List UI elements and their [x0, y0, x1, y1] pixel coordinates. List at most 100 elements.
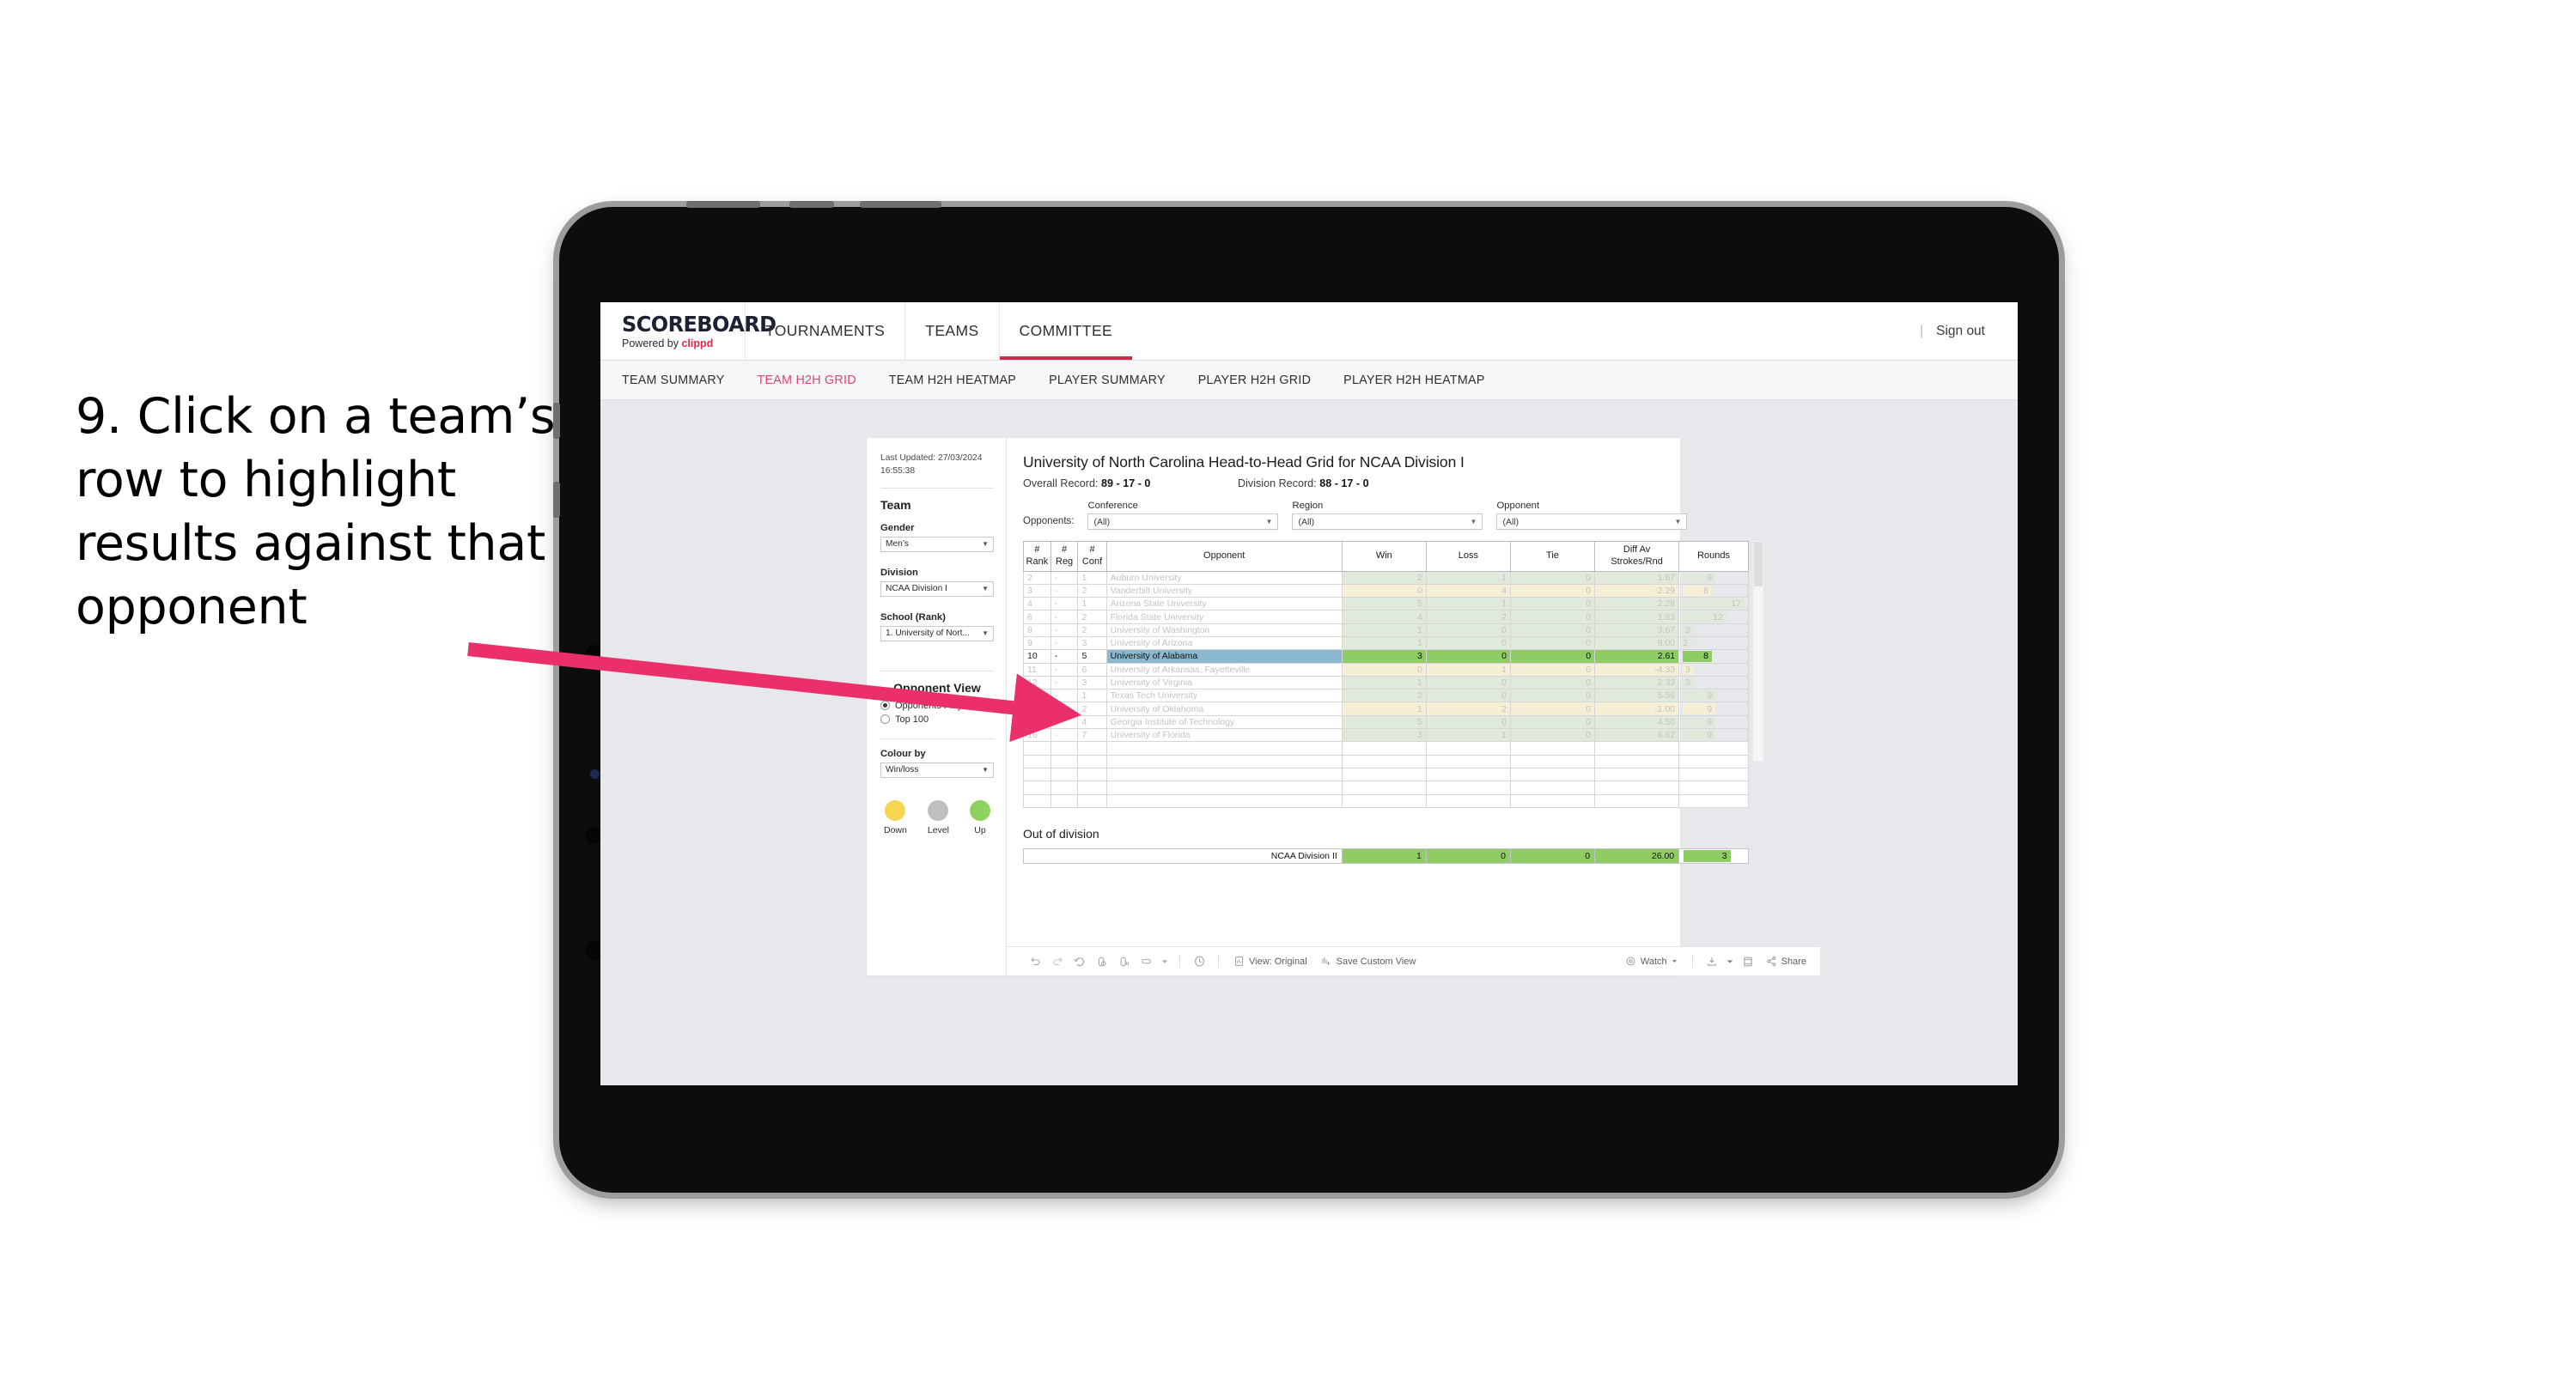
out-of-division-row[interactable]: NCAA Division II 1 0 0 26.00 3	[1023, 847, 1749, 864]
table-row[interactable]: 12-3 University of Virginia 1 0 0 2.33 3	[1023, 675, 1749, 690]
rounds-bar: 9	[1683, 730, 1716, 741]
cell-reg: -	[1050, 583, 1079, 598]
table-row[interactable]: 11-6 University of Arkansas, Fayetteville…	[1023, 662, 1749, 677]
cell-rank: 10	[1023, 649, 1051, 664]
legend-label-level: Level	[927, 824, 949, 835]
cell-reg: -	[1050, 662, 1079, 677]
legend-label-up: Up	[974, 824, 986, 835]
table-row[interactable]: 3-2 Vanderbilt University 0 4 0 -2.29 8	[1023, 583, 1749, 598]
revert-icon[interactable]	[1069, 951, 1091, 973]
clock-history-icon[interactable]	[1188, 951, 1210, 973]
radio-top-100[interactable]: Top 100	[880, 714, 994, 725]
cell-rounds: 9	[1678, 714, 1749, 730]
school-label: School (Rank)	[880, 611, 946, 623]
download-icon[interactable]	[1701, 951, 1723, 973]
cell-loss: 2	[1425, 610, 1511, 624]
table-row[interactable]: 15-4 Georgia Institute of Technology 5 0 0 4.…	[1023, 714, 1749, 730]
device-sensor-icon	[590, 769, 600, 779]
table-row[interactable]: 10-5 University of Alabama 3 0 0 2.61 8	[1023, 649, 1749, 664]
cell-tie: 0	[1509, 623, 1596, 637]
tab-player-h2h-heatmap[interactable]: PLAYER H2H HEATMAP	[1343, 374, 1484, 387]
cell-win: 2	[1341, 570, 1427, 585]
cell-win: 0	[1341, 583, 1427, 598]
undo-icon[interactable]	[1024, 951, 1046, 973]
chevron-down-icon: ▼	[982, 766, 989, 775]
school-select-value: 1. University of Nort...	[886, 629, 970, 639]
cell-empty	[1425, 781, 1511, 795]
cell-conf: 1	[1077, 597, 1107, 611]
fullscreen-icon[interactable]	[1737, 951, 1759, 973]
cell-empty	[1077, 754, 1107, 768]
cell-empty	[1105, 793, 1343, 808]
cell-diff: 26.00	[1594, 847, 1680, 864]
cell-loss: 0	[1425, 675, 1511, 690]
radio-opponents-played[interactable]: Opponents Played	[880, 701, 994, 711]
table-row[interactable]: 2-1 Auburn University 2 1 0 1.67 9	[1023, 570, 1749, 585]
logo-tagline: Powered by clippd	[622, 337, 745, 349]
table-row[interactable]: 6-2 Florida State University 4 2 0 1.83 12	[1023, 610, 1749, 624]
school-select[interactable]: 1. University of Nort... ▼	[880, 625, 994, 641]
topnav-item-teams[interactable]: TEAMS	[904, 302, 998, 360]
topnav-item-tournaments[interactable]: TOURNAMENTS	[745, 302, 904, 360]
table-row[interactable]: 9-3 University of Arizona 1 0 0 9.00 2	[1023, 635, 1749, 651]
col-rounds-text: Rounds	[1697, 550, 1731, 561]
cell-rank: 11	[1023, 662, 1051, 677]
tab-team-summary[interactable]: TEAM SUMMARY	[622, 374, 725, 387]
save-custom-view-button[interactable]: Save Custom View	[1314, 951, 1423, 973]
cell-empty	[1050, 793, 1079, 808]
tab-team-h2h-heatmap[interactable]: TEAM H2H HEATMAP	[889, 374, 1016, 387]
col-diff-text: Diff Av	[1623, 544, 1651, 555]
cell-rounds: 9	[1678, 570, 1749, 585]
table-scrollbar-thumb[interactable]	[1754, 542, 1763, 586]
table-row[interactable]: 8-2 University of Washington 1 0 0 3.67 3	[1023, 623, 1749, 637]
view-original-button[interactable]: View: Original	[1227, 951, 1314, 973]
cell-tie: 0	[1509, 662, 1596, 677]
colour-by-select[interactable]: Win/loss ▼	[880, 762, 994, 778]
pause-auto-update-icon[interactable]	[1113, 951, 1136, 973]
table-row[interactable]: 13-1 Texas Tech University 3 0 0 5.56 9	[1023, 689, 1749, 703]
refresh-data-icon[interactable]	[1091, 951, 1113, 973]
toolbar-divider-1	[1179, 955, 1180, 968]
tab-player-summary[interactable]: PLAYER SUMMARY	[1049, 374, 1166, 387]
cell-win: 5	[1341, 597, 1427, 611]
tab-team-h2h-grid[interactable]: TEAM H2H GRID	[758, 374, 856, 387]
watch-button[interactable]: Watch	[1618, 951, 1684, 973]
cell-loss: 0	[1425, 635, 1511, 651]
cell-diff: -2.29	[1594, 583, 1680, 598]
share-button[interactable]: Share	[1759, 951, 1820, 973]
tab-player-h2h-grid[interactable]: PLAYER H2H GRID	[1198, 374, 1311, 387]
table-row[interactable]: 4-1 Arizona State University 5 1 0 2.28 17	[1023, 597, 1749, 611]
table-vertical-scrollbar[interactable]	[1753, 541, 1763, 761]
cell-tie: 0	[1509, 649, 1596, 664]
redo-icon[interactable]	[1046, 951, 1069, 973]
conference-filter-select[interactable]: (All) ▼	[1087, 513, 1279, 530]
cell-conf: 3	[1077, 675, 1107, 690]
chevron-down-icon[interactable]	[1158, 951, 1172, 973]
cell-tie: 0	[1509, 610, 1596, 624]
region-filter-select[interactable]: (All) ▼	[1292, 513, 1483, 530]
cell-empty	[1023, 793, 1051, 808]
table-row[interactable]: 14-2 University of Oklahoma 1 2 0 -1.00 9	[1023, 702, 1749, 716]
chevron-down-icon[interactable]	[1723, 951, 1737, 973]
opponent-filter-select[interactable]: (All) ▼	[1496, 513, 1688, 530]
cell-empty	[1594, 781, 1680, 795]
topnav-item-committee[interactable]: COMMITTEE	[998, 302, 1133, 360]
filter-group-opponent: Opponent (All) ▼	[1496, 501, 1688, 530]
chevron-down-icon: ▼	[982, 540, 989, 549]
app-logo[interactable]: SCOREBOARD Powered by clippd	[600, 302, 776, 360]
gender-select[interactable]: Men’s ▼	[880, 536, 994, 552]
col-conf-text: Conf	[1081, 556, 1103, 567]
cell-rounds: 3	[1678, 662, 1749, 677]
division-select[interactable]: NCAA Division I ▼	[880, 580, 994, 597]
cell-empty	[1077, 741, 1107, 756]
device-top-button-2	[789, 201, 834, 208]
opponents-filter-label: Opponents:	[1023, 516, 1075, 526]
signout-area: | Sign out	[1920, 302, 2018, 360]
cell-win: 4	[1341, 610, 1427, 624]
cell-rounds: 2	[1678, 635, 1749, 651]
highlight-icon[interactable]	[1136, 951, 1158, 973]
col-win: Win	[1341, 541, 1427, 572]
signout-link[interactable]: Sign out	[1936, 324, 1985, 339]
table-row[interactable]: 16-7 University of Florida 3 1 0 6.62 9	[1023, 728, 1749, 743]
cell-diff: 2.28	[1594, 597, 1680, 611]
